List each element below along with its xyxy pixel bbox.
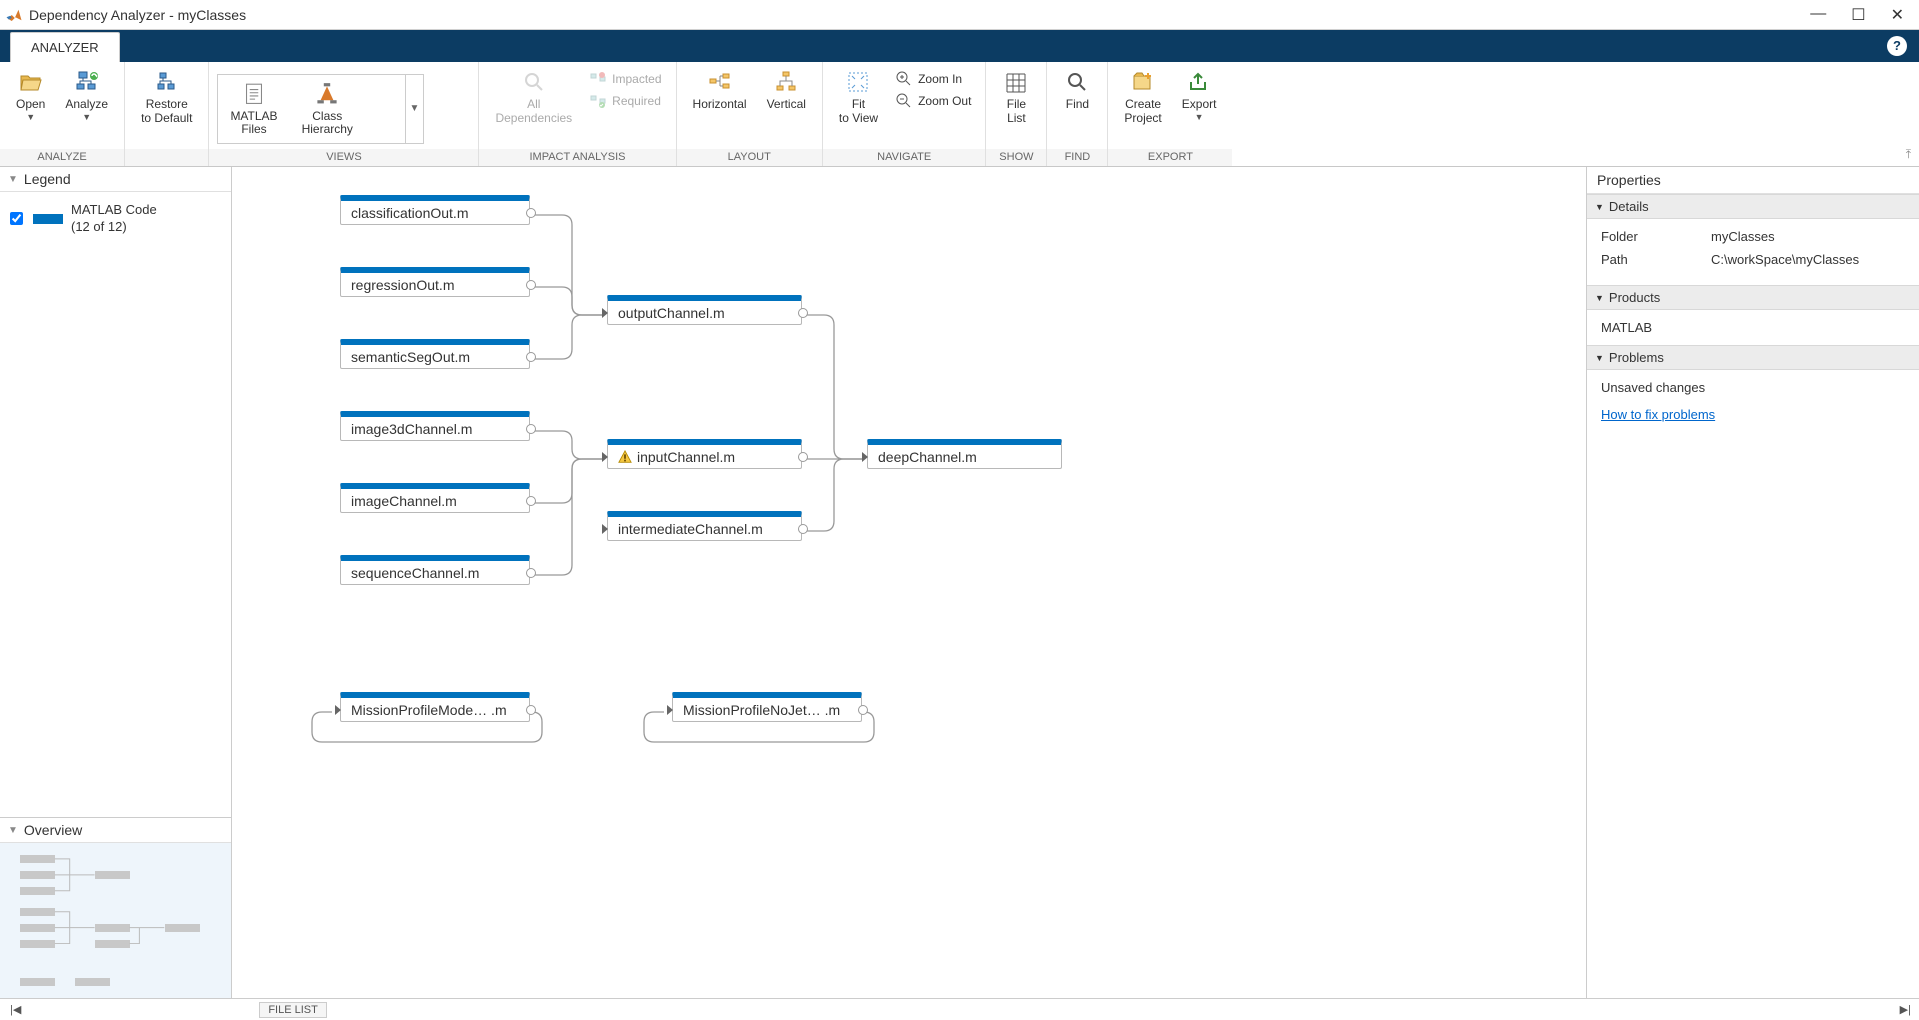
problems-body: Unsaved changes How to fix problems: [1587, 370, 1919, 432]
main-area: ▼ Legend MATLAB Code (12 of 12) ▼ Overvi…: [0, 167, 1919, 998]
layout-horizontal-button[interactable]: Horizontal: [685, 68, 755, 114]
details-body: FoldermyClasses PathC:\workSpace\myClass…: [1587, 219, 1919, 285]
node-image3dChannel[interactable]: image3dChannel.m: [340, 411, 530, 441]
find-button[interactable]: Find: [1055, 68, 1099, 114]
node-sequenceChannel[interactable]: sequenceChannel.m: [340, 555, 530, 585]
scroll-right-button[interactable]: ▶|: [1900, 1003, 1919, 1016]
how-to-fix-link[interactable]: How to fix problems: [1601, 407, 1715, 422]
chevron-down-icon: ▼: [8, 174, 18, 185]
toolstrip: Open ▼ Analyze ▼ ANALYZE Restore to Defa…: [0, 62, 1919, 167]
open-button[interactable]: Open ▼: [8, 68, 53, 124]
zoom-in-button[interactable]: Zoom In: [890, 68, 977, 90]
group-find: Find FIND: [1047, 62, 1108, 166]
group-views: MATLAB Files Class Hierarchy ▼ VIEWS: [209, 62, 479, 166]
group-navigate: Fit to View Zoom In Zoom Out NAVIGATE: [823, 62, 987, 166]
magnifier-icon: [522, 70, 546, 94]
minimize-button[interactable]: —: [1810, 5, 1826, 25]
views-dropdown[interactable]: ▼: [405, 75, 423, 143]
legend-color-swatch: [33, 214, 63, 224]
fit-view-icon: [846, 70, 870, 94]
group-layout: Horizontal Vertical LAYOUT: [677, 62, 823, 166]
impacted-icon: [590, 71, 606, 87]
legend-checkbox[interactable]: [10, 212, 23, 225]
node-imageChannel[interactable]: imageChannel.m: [340, 483, 530, 513]
ribbon-tab-bar: ANALYZER ?: [0, 30, 1919, 62]
export-button[interactable]: Export ▼: [1174, 68, 1225, 124]
products-body: MATLAB: [1587, 310, 1919, 345]
file-list-tab[interactable]: FILE LIST: [259, 1002, 327, 1018]
statusbar: |◀ FILE LIST ▶|: [0, 998, 1919, 1020]
view-class-hierarchy[interactable]: Class Hierarchy: [290, 75, 365, 143]
titlebar: Dependency Analyzer - myClasses — ☐ ✕: [0, 0, 1919, 30]
create-project-icon: [1131, 70, 1155, 94]
fit-to-view-button[interactable]: Fit to View: [831, 68, 886, 128]
restore-icon: [155, 70, 179, 94]
impacted-button: Impacted: [584, 68, 667, 90]
close-button[interactable]: ✕: [1891, 5, 1904, 25]
help-icon[interactable]: ?: [1887, 36, 1907, 56]
node-intermediateChannel[interactable]: intermediateChannel.m: [607, 511, 802, 541]
restore-default-button[interactable]: Restore to Default: [133, 68, 200, 128]
export-icon: [1187, 70, 1211, 94]
analyze-icon: [75, 70, 99, 94]
zoom-out-button[interactable]: Zoom Out: [890, 90, 977, 112]
properties-title: Properties: [1587, 167, 1919, 194]
node-inputChannel[interactable]: inputChannel.m: [607, 439, 802, 469]
overview-minimap[interactable]: [0, 843, 231, 998]
view-matlab-files[interactable]: MATLAB Files: [218, 75, 289, 143]
scroll-left-button[interactable]: |◀: [0, 1003, 31, 1016]
group-show: File List SHOW: [986, 62, 1047, 166]
folder-open-icon: [19, 70, 43, 94]
hierarchy-icon: [314, 81, 340, 107]
legend-header[interactable]: ▼ Legend: [0, 167, 231, 192]
file-list-button[interactable]: File List: [994, 68, 1038, 128]
overview-header[interactable]: ▼ Overview: [0, 818, 231, 843]
create-project-button[interactable]: Create Project: [1116, 68, 1169, 128]
search-icon: [1065, 70, 1089, 94]
properties-panel: Properties ▼Details FoldermyClasses Path…: [1586, 167, 1919, 998]
zoom-out-icon: [896, 93, 912, 109]
overview-panel: ▼ Overview: [0, 817, 231, 998]
layout-vertical-button[interactable]: Vertical: [759, 68, 814, 114]
all-dependencies-button: All Dependencies: [487, 68, 580, 128]
legend-item-matlab-code[interactable]: MATLAB Code (12 of 12): [10, 202, 221, 236]
maximize-button[interactable]: ☐: [1851, 5, 1865, 25]
node-deepChannel[interactable]: deepChannel.m: [867, 439, 1062, 469]
analyze-button[interactable]: Analyze ▼: [57, 68, 116, 124]
node-missionProfileMode[interactable]: MissionProfileMode… .m: [340, 692, 530, 722]
required-icon: [590, 93, 606, 109]
group-export: Create Project Export ▼ EXPORT ▴: [1108, 62, 1232, 166]
group-restore: Restore to Default: [125, 62, 209, 166]
required-button: Required: [584, 90, 667, 112]
matlab-logo-icon: [5, 6, 23, 24]
node-outputChannel[interactable]: outputChannel.m: [607, 295, 802, 325]
chevron-down-icon: ▼: [8, 825, 18, 836]
node-classificationOut[interactable]: classificationOut.m: [340, 195, 530, 225]
group-impact: All Dependencies Impacted Required IMPAC…: [479, 62, 676, 166]
collapse-toolstrip-button[interactable]: ⤒: [1906, 147, 1911, 162]
zoom-in-icon: [896, 71, 912, 87]
node-missionProfileNoJet[interactable]: MissionProfileNoJet… .m: [672, 692, 862, 722]
file-icon: [241, 81, 267, 107]
warning-icon: [618, 450, 632, 464]
section-problems[interactable]: ▼Problems: [1587, 345, 1919, 370]
left-panel: ▼ Legend MATLAB Code (12 of 12) ▼ Overvi…: [0, 167, 232, 998]
legend-body: MATLAB Code (12 of 12): [0, 192, 231, 817]
section-details[interactable]: ▼Details: [1587, 194, 1919, 219]
dependency-canvas[interactable]: classificationOut.m regressionOut.m sema…: [232, 167, 1586, 998]
node-regressionOut[interactable]: regressionOut.m: [340, 267, 530, 297]
tab-analyzer[interactable]: ANALYZER: [10, 32, 120, 62]
section-products[interactable]: ▼Products: [1587, 285, 1919, 310]
grid-icon: [1004, 70, 1028, 94]
horizontal-layout-icon: [708, 70, 732, 94]
window-title: Dependency Analyzer - myClasses: [29, 7, 1810, 23]
vertical-layout-icon: [774, 70, 798, 94]
node-semanticSegOut[interactable]: semanticSegOut.m: [340, 339, 530, 369]
views-gallery: MATLAB Files Class Hierarchy ▼: [217, 74, 423, 144]
group-analyze: Open ▼ Analyze ▼ ANALYZE: [0, 62, 125, 166]
